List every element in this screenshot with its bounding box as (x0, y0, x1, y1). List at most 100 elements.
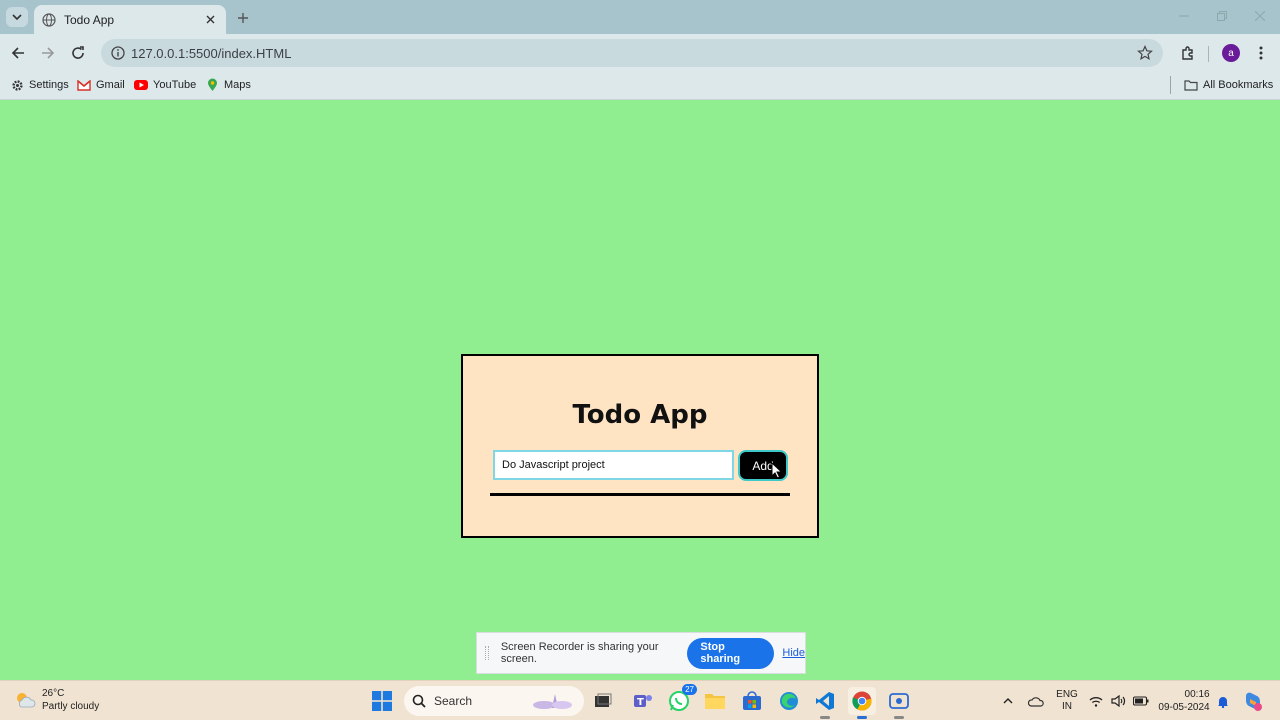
language-bottom: IN (1061, 701, 1072, 712)
tab-todo-app[interactable]: Todo App (34, 5, 226, 34)
puzzle-icon (1182, 46, 1193, 60)
youtube-icon (134, 78, 148, 92)
active-indicator (857, 716, 867, 719)
share-message: Screen Recorder is sharing your screen. (500, 641, 659, 665)
back-button[interactable] (6, 41, 30, 65)
edge-icon (780, 692, 798, 710)
copilot-icon (1246, 692, 1262, 711)
svg-text:T: T (637, 697, 644, 708)
close-window-button[interactable] (1242, 5, 1278, 27)
tab-title: Todo App (64, 12, 115, 27)
bookmarks-bar: Settings Gmail YouTube Maps All Bookmark… (0, 71, 1280, 100)
onedrive-button[interactable] (1027, 689, 1045, 713)
clock-date: 09-05-2024 (1158, 702, 1210, 713)
taskbar-search[interactable]: Search (404, 686, 584, 716)
vscode-app[interactable] (811, 687, 839, 719)
windows-logo-icon (372, 691, 392, 711)
clock[interactable]: 00:16 09-05-2024 (1155, 689, 1213, 713)
address-bar[interactable]: 127.0.0.1:5500/index.HTML (101, 39, 1163, 67)
page-viewport: Todo App Add (0, 100, 1280, 680)
vscode-icon (816, 692, 834, 710)
store-icon (743, 691, 761, 710)
taskbar: 26°C Partly cloudy Search T 27 ENG IN 00… (0, 680, 1280, 720)
todo-input[interactable] (493, 450, 734, 480)
battery-icon (1133, 696, 1149, 706)
running-indicator (820, 716, 830, 719)
bookmark-label: Gmail (96, 79, 125, 91)
bookmark-label: Settings (29, 79, 69, 91)
chevron-up-icon (1003, 698, 1013, 704)
search-highlight-icon (533, 694, 572, 709)
bookmark-youtube[interactable]: YouTube (134, 76, 196, 94)
folder-icon (705, 694, 725, 709)
maps-pin-icon (205, 78, 219, 92)
start-button[interactable] (368, 687, 396, 715)
minimize-button[interactable] (1166, 5, 1202, 27)
avatar: a (1222, 44, 1240, 62)
todo-list-divider (490, 493, 790, 496)
wifi-icon (1089, 696, 1103, 707)
notifications-button[interactable] (1215, 689, 1231, 713)
browser-toolbar: 127.0.0.1:5500/index.HTML a (0, 34, 1280, 71)
search-placeholder: Search (434, 694, 473, 708)
chevron-down-icon (12, 14, 22, 21)
url-text: 127.0.0.1:5500/index.HTML (131, 45, 292, 61)
store-app[interactable] (738, 687, 766, 715)
todo-card: Todo App Add (461, 354, 819, 538)
bookmark-gmail[interactable]: Gmail (77, 76, 125, 94)
new-tab-button[interactable] (233, 8, 253, 28)
toolbar-divider (1208, 46, 1209, 62)
restore-button[interactable] (1204, 5, 1240, 27)
plus-icon (238, 13, 248, 23)
copilot-button[interactable] (1239, 689, 1267, 713)
page-title: Todo App (572, 400, 708, 430)
chrome-icon (852, 691, 872, 711)
stop-sharing-button[interactable]: Stop sharing (687, 637, 775, 669)
extensions-button[interactable] (1177, 42, 1199, 64)
tab-close-icon[interactable] (202, 12, 218, 28)
bookmark-maps[interactable]: Maps (205, 76, 251, 94)
partly-cloudy-icon (17, 693, 36, 708)
kebab-menu-icon (1259, 46, 1263, 60)
whatsapp-badge: 27 (682, 684, 697, 695)
arrow-left-icon (11, 47, 24, 59)
mouse-cursor-icon (771, 462, 783, 479)
task-view-icon (595, 693, 612, 707)
gear-icon (10, 78, 24, 92)
tab-search-button[interactable] (6, 7, 28, 27)
bookmarks-divider (1170, 76, 1171, 94)
forward-button[interactable] (36, 41, 60, 65)
system-tray-status[interactable] (1089, 689, 1149, 713)
language-top: ENG (1056, 689, 1078, 700)
gmail-icon (77, 78, 91, 92)
bookmark-label: YouTube (153, 79, 197, 91)
drag-handle[interactable] (485, 646, 489, 660)
all-bookmarks-label: All Bookmarks (1203, 79, 1274, 91)
file-explorer-app[interactable] (701, 687, 729, 715)
teams-app[interactable]: T (629, 687, 657, 715)
bookmark-settings[interactable]: Settings (10, 76, 69, 94)
weather-condition: Partly cloudy (42, 701, 100, 712)
language-indicator[interactable]: ENG IN (1053, 689, 1081, 713)
menu-button[interactable] (1250, 42, 1272, 64)
search-icon (412, 694, 426, 708)
task-view-button[interactable] (589, 687, 617, 715)
weather-widget[interactable]: 26°C Partly cloudy (14, 687, 99, 713)
running-indicator (894, 716, 904, 719)
hide-link[interactable]: Hide (782, 647, 805, 659)
show-hidden-icons[interactable] (1000, 689, 1016, 713)
bell-icon (1218, 696, 1228, 708)
site-info-icon[interactable] (109, 44, 127, 62)
cloud-icon (1028, 696, 1044, 707)
edge-app[interactable] (775, 687, 803, 715)
reload-button[interactable] (66, 41, 90, 65)
all-bookmarks-button[interactable]: All Bookmarks (1184, 76, 1273, 94)
whatsapp-app[interactable]: 27 (665, 684, 697, 715)
screen-recorder-app[interactable] (885, 687, 913, 719)
arrow-right-icon (42, 47, 55, 59)
chrome-app[interactable] (848, 687, 876, 719)
screen-recorder-icon (889, 693, 909, 709)
clock-time: 00:16 (1184, 689, 1210, 700)
bookmark-star-icon[interactable] (1137, 45, 1153, 61)
profile-button[interactable]: a (1220, 42, 1242, 64)
